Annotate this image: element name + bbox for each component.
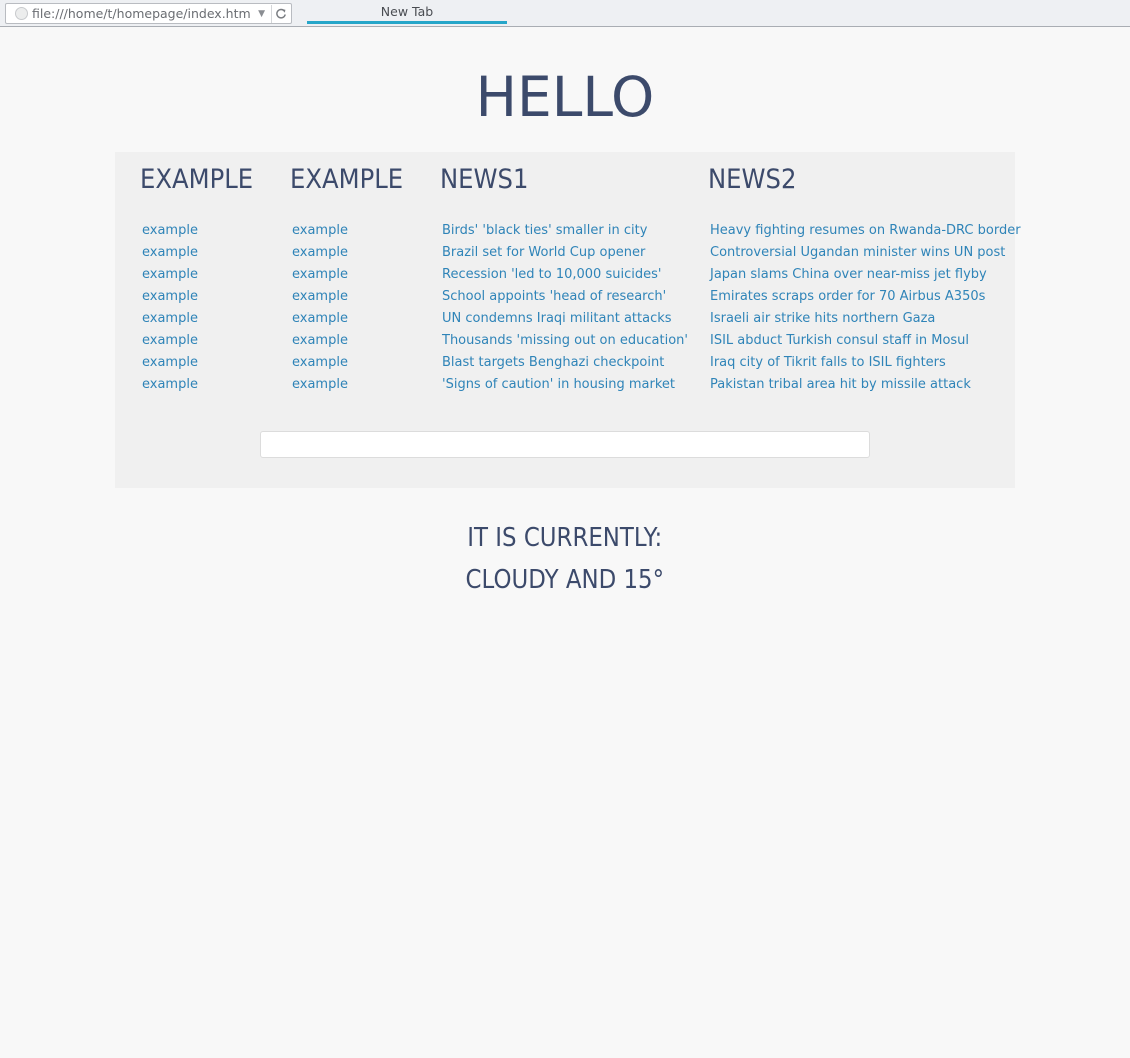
weather-status: CLOUDY AND 15° [0,563,1130,597]
list-item[interactable]: example [290,264,416,286]
weather-label: IT IS CURRENTLY: [0,521,1130,555]
link[interactable]: example [292,311,348,326]
list-item[interactable]: example [290,242,416,264]
column-example-1: EXAMPLE example example example example … [140,152,266,396]
link[interactable]: example [142,311,198,326]
news-link[interactable]: UN condemns Iraqi militant attacks [442,311,672,326]
news-link[interactable]: Heavy fighting resumes on Rwanda-DRC bor… [710,223,1021,238]
news-link[interactable]: School appoints 'head of research' [442,289,666,304]
list-item[interactable]: example [290,220,416,242]
page-title: HELLO [475,65,655,129]
address-bar[interactable]: file:///home/t/homepage/index.htm ▼ [5,3,292,24]
browser-toolbar: file:///home/t/homepage/index.htm ▼ New … [0,0,1130,27]
news-link[interactable]: Birds' 'black ties' smaller in city [442,223,647,238]
list-item[interactable]: example [290,308,416,330]
list-item[interactable]: Iraq city of Tikrit falls to ISIL fighte… [708,352,1021,374]
weather-condition: CLOUDY AND 15° [465,565,665,595]
link-list: example example example example example … [290,220,416,396]
column-heading: NEWS1 [440,164,529,195]
news-link[interactable]: Pakistan tribal area hit by missile atta… [710,377,971,392]
link[interactable]: example [292,245,348,260]
list-item[interactable]: example [290,374,416,396]
news-link[interactable]: Israeli air strike hits northern Gaza [710,311,935,326]
list-item[interactable]: example [140,220,266,242]
list-item[interactable]: Recession 'led to 10,000 suicides' [440,264,688,286]
column-news1: NEWS1 Birds' 'black ties' smaller in cit… [440,152,688,396]
list-item[interactable]: example [290,352,416,374]
list-item[interactable]: Emirates scraps order for 70 Airbus A350… [708,286,1021,308]
list-item[interactable]: example [140,374,266,396]
list-item[interactable]: example [140,330,266,352]
link[interactable]: example [142,289,198,304]
news-link[interactable]: Recession 'led to 10,000 suicides' [442,267,661,282]
link[interactable]: example [292,355,348,370]
link-list: Birds' 'black ties' smaller in city Braz… [440,220,688,396]
list-item[interactable]: example [140,352,266,374]
news-link[interactable]: 'Signs of caution' in housing market [442,377,675,392]
list-item[interactable]: Japan slams China over near-miss jet fly… [708,264,1021,286]
list-item[interactable]: Brazil set for World Cup opener [440,242,688,264]
caret-down-icon[interactable]: ▼ [258,9,265,19]
news-link[interactable]: Brazil set for World Cup opener [442,245,645,260]
link-list: example example example example example … [140,220,266,396]
column-news2: NEWS2 Heavy fighting resumes on Rwanda-D… [708,152,1021,396]
link[interactable]: example [142,245,198,260]
news-link[interactable]: ISIL abduct Turkish consul staff in Mosu… [710,333,969,348]
list-item[interactable]: Pakistan tribal area hit by missile atta… [708,374,1021,396]
column-heading: EXAMPLE [140,164,254,195]
list-item[interactable]: example [290,286,416,308]
news-link[interactable]: Controversial Ugandan minister wins UN p… [710,245,1005,260]
reload-icon[interactable] [271,4,289,23]
list-item[interactable]: Israeli air strike hits northern Gaza [708,308,1021,330]
link[interactable]: example [142,355,198,370]
list-item[interactable]: example [140,264,266,286]
link[interactable]: example [292,289,348,304]
tab-new-tab[interactable]: New Tab [307,0,507,24]
search-input[interactable] [260,431,870,458]
list-item[interactable]: example [140,242,266,264]
weather-heading: IT IS CURRENTLY: [467,523,663,553]
list-item[interactable]: example [290,330,416,352]
column-heading: EXAMPLE [290,164,404,195]
link[interactable]: example [292,333,348,348]
link[interactable]: example [292,377,348,392]
link[interactable]: example [142,377,198,392]
list-item[interactable]: UN condemns Iraqi militant attacks [440,308,688,330]
news-link[interactable]: Emirates scraps order for 70 Airbus A350… [710,289,985,304]
address-bar-text[interactable]: file:///home/t/homepage/index.htm [32,6,254,21]
news-link[interactable]: Iraq city of Tikrit falls to ISIL fighte… [710,355,946,370]
link[interactable]: example [142,267,198,282]
list-item[interactable]: Blast targets Benghazi checkpoint [440,352,688,374]
list-item[interactable]: Thousands 'missing out on education' [440,330,688,352]
news-link[interactable]: Japan slams China over near-miss jet fly… [710,267,987,282]
globe-icon [15,7,28,20]
list-item[interactable]: Controversial Ugandan minister wins UN p… [708,242,1021,264]
links-panel: EXAMPLE example example example example … [115,152,1021,488]
list-item[interactable]: Heavy fighting resumes on Rwanda-DRC bor… [708,220,1021,242]
link[interactable]: example [292,223,348,238]
link[interactable]: example [142,333,198,348]
link[interactable]: example [292,267,348,282]
news-link[interactable]: Blast targets Benghazi checkpoint [442,355,664,370]
list-item[interactable]: ISIL abduct Turkish consul staff in Mosu… [708,330,1021,352]
news-link[interactable]: Thousands 'missing out on education' [442,333,688,348]
link[interactable]: example [142,223,198,238]
column-heading: NEWS2 [708,164,797,195]
list-item[interactable]: 'Signs of caution' in housing market [440,374,688,396]
list-item[interactable]: example [140,286,266,308]
link-list: Heavy fighting resumes on Rwanda-DRC bor… [708,220,1021,396]
column-example-2: EXAMPLE example example example example … [290,152,416,396]
list-item[interactable]: Birds' 'black ties' smaller in city [440,220,688,242]
list-item[interactable]: School appoints 'head of research' [440,286,688,308]
list-item[interactable]: example [140,308,266,330]
